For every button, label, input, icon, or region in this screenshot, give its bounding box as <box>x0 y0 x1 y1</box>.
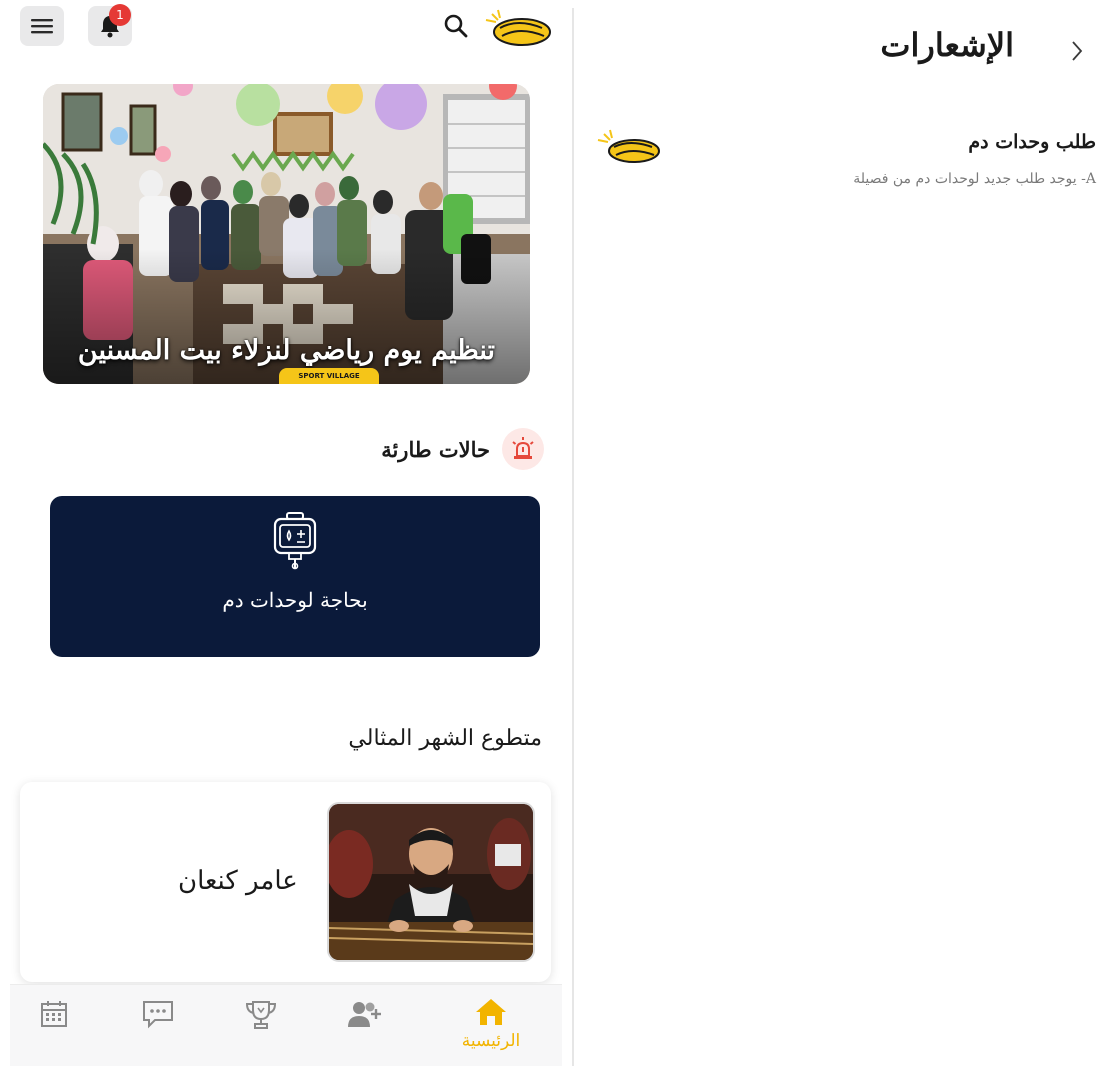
alarm-icon <box>512 437 534 459</box>
chat-icon <box>143 1001 173 1029</box>
notification-item[interactable]: طلب وحدات دم A- يوجد طلب جديد لوحدات دم … <box>574 128 1102 198</box>
notification-body: A- يوجد طلب جديد لوحدات دم من فصيلة <box>853 171 1096 187</box>
nav-calendar[interactable] <box>24 999 84 1029</box>
volunteer-section-title: متطوع الشهر المثالي <box>348 726 542 751</box>
nav-add-friend[interactable] <box>335 999 395 1029</box>
volunteer-card[interactable]: عامر كنعان <box>20 782 551 982</box>
notification-app-logo <box>597 129 660 163</box>
back-button[interactable] <box>1066 40 1088 62</box>
calendar-icon <box>41 1001 67 1027</box>
sport-village-tag: SPORT VILLAGE <box>279 368 379 384</box>
home-icon <box>476 999 506 1025</box>
search-button[interactable] <box>440 10 472 42</box>
emergency-section-title: حالات طارئة <box>381 436 490 462</box>
volunteer-photo-image <box>329 804 533 960</box>
blood-units-label: بحاجة لوحدات دم <box>222 588 368 612</box>
nav-messages[interactable] <box>128 999 188 1029</box>
menu-button[interactable] <box>20 6 64 46</box>
notifications-button[interactable]: 1 <box>88 4 132 46</box>
top-bar: 1 <box>0 0 572 60</box>
chevron-right-icon <box>1072 41 1083 61</box>
nav-home-label: الرئيسية <box>461 1031 521 1051</box>
news-banner[interactable]: تنظيم يوم رياضي لنزلاء بيت المسنين SPORT… <box>43 84 530 384</box>
blood-units-card[interactable]: بحاجة لوحدات دم <box>50 496 540 657</box>
bottom-navigation: الرئيسية <box>10 984 562 1066</box>
notifications-panel: الإشعارات طلب وحدات دم A- يوجد طلب جديد … <box>574 0 1102 1066</box>
nav-trophy[interactable] <box>231 999 291 1031</box>
nav-home[interactable]: الرئيسية <box>461 997 521 1051</box>
notification-count-badge: 1 <box>109 4 131 26</box>
search-icon <box>444 14 468 38</box>
volunteer-photo <box>327 802 535 962</box>
menu-icon <box>31 19 53 34</box>
home-screen: 1 تنظيم يوم رياضي لنزلاء بيت المسنين SPO… <box>0 0 572 1066</box>
screen: 1 تنظيم يوم رياضي لنزلاء بيت المسنين SPO… <box>0 0 1102 1066</box>
blood-bag-icon <box>273 512 317 570</box>
app-logo <box>485 9 551 46</box>
banner-caption: تنظيم يوم رياضي لنزلاء بيت المسنين <box>77 335 496 366</box>
notification-title: طلب وحدات دم <box>968 131 1096 153</box>
notifications-title: الإشعارات <box>880 26 1014 64</box>
alarm-badge <box>502 428 544 470</box>
trophy-icon <box>245 1001 277 1029</box>
volunteer-name: عامر كنعان <box>178 866 298 896</box>
add-friend-icon <box>348 1002 381 1027</box>
emergency-section-header: حالات طارئة <box>381 428 544 470</box>
